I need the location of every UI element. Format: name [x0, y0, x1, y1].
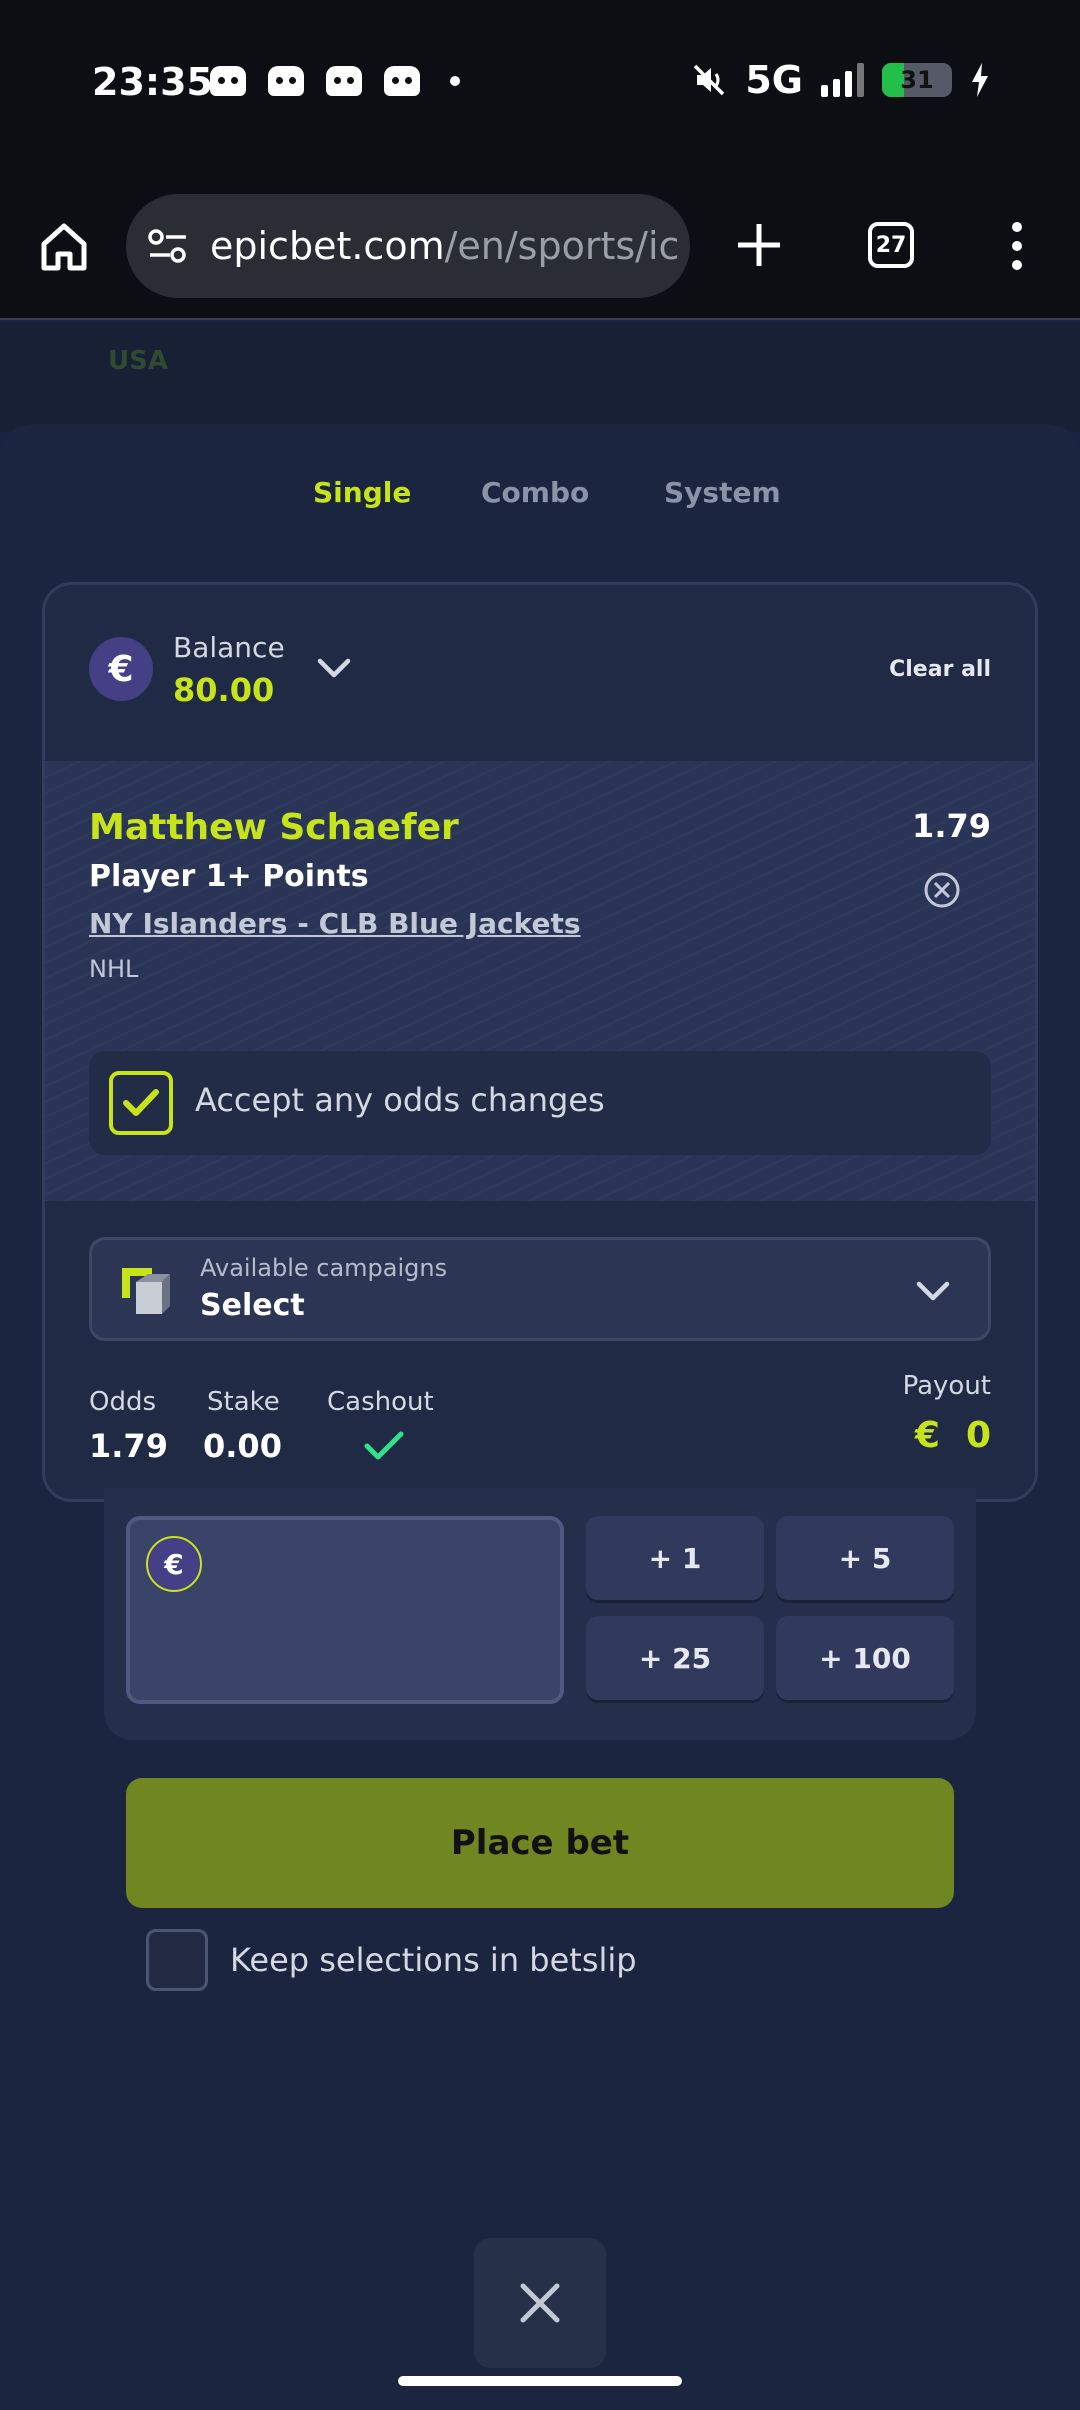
odds-label: Odds — [89, 1387, 157, 1417]
charging-icon — [972, 63, 988, 97]
url-domain: epicbet.com — [210, 224, 445, 268]
page-behind: USA — [0, 322, 1080, 432]
signal-icon — [821, 63, 864, 97]
tab-single[interactable]: Single — [313, 476, 411, 509]
discord-icon — [384, 66, 420, 96]
battery-icon: 31 — [882, 63, 952, 97]
discord-icon — [210, 66, 246, 96]
keep-selections-row[interactable]: Keep selections in betslip — [146, 1928, 637, 1992]
cashout-label: Cashout — [327, 1387, 434, 1417]
chevron-down-icon — [916, 1281, 950, 1301]
status-indicators: 5G 31 — [691, 58, 990, 102]
tabs-icon[interactable]: 27 — [868, 222, 914, 268]
balance-row: € Balance 80.00 Clear all — [45, 585, 1035, 761]
battery-level: 31 — [900, 66, 934, 94]
tab-combo[interactable]: Combo — [481, 476, 589, 509]
menu-icon[interactable] — [1010, 222, 1024, 270]
stake-label: Stake — [207, 1387, 280, 1417]
selection-odds: 1.79 — [912, 807, 991, 845]
clear-all-button[interactable]: Clear all — [889, 657, 991, 682]
payout-currency: € — [914, 1415, 940, 1456]
address-bar[interactable]: epicbet.com/en/sports/ic — [126, 194, 690, 298]
currency-icon: € — [146, 1536, 202, 1592]
league-label: NHL — [89, 955, 139, 983]
dot-icon — [450, 76, 460, 86]
stake-value: 0.00 — [203, 1427, 282, 1465]
bet-selection: Matthew Schaefer Player 1+ Points NY Isl… — [45, 761, 1035, 1201]
keep-selections-checkbox[interactable] — [146, 1929, 208, 1991]
browser-toolbar: epicbet.com/en/sports/ic 27 — [0, 170, 1080, 320]
status-bar: 23:35 5G 31 — [0, 0, 1080, 170]
new-tab-icon[interactable] — [734, 220, 784, 270]
discord-icon — [268, 66, 304, 96]
betslip-sheet: Single Combo System € Balance 80.00 Clea… — [0, 424, 1080, 2410]
site-settings-icon[interactable] — [146, 224, 190, 268]
status-time: 23:35 — [92, 60, 213, 104]
stake-panel: € + 1 + 5 + 25 + 100 — [104, 1488, 976, 1740]
close-button[interactable] — [474, 2238, 606, 2368]
checkmark-icon — [123, 1089, 159, 1116]
home-indicator[interactable] — [398, 2376, 682, 2386]
campaigns-label: Available campaigns — [200, 1254, 448, 1282]
bet-slip-card: € Balance 80.00 Clear all Matthew Schaef… — [42, 582, 1038, 1502]
betslip-tabs: Single Combo System — [272, 476, 808, 590]
quick-stake-5-button[interactable]: + 5 — [776, 1516, 954, 1600]
place-bet-button[interactable]: Place bet — [126, 1778, 954, 1908]
accept-odds-label: Accept any odds changes — [195, 1081, 605, 1119]
payout-amount: 0 — [965, 1415, 991, 1456]
accept-odds-row[interactable]: Accept any odds changes — [89, 1051, 991, 1155]
campaigns-value: Select — [200, 1288, 305, 1323]
accept-odds-checkbox[interactable] — [109, 1071, 173, 1135]
network-label: 5G — [745, 58, 803, 102]
balance-value: 80.00 — [173, 671, 275, 709]
currency-icon: € — [89, 637, 153, 701]
balance-label: Balance — [173, 631, 285, 664]
quick-stake-1-button[interactable]: + 1 — [586, 1516, 764, 1600]
url-text: epicbet.com/en/sports/ic — [210, 224, 679, 268]
tab-system[interactable]: System — [664, 476, 781, 509]
match-link[interactable]: NY Islanders - CLB Blue Jackets — [89, 907, 581, 940]
quick-stake-25-button[interactable]: + 25 — [586, 1616, 764, 1700]
notification-icons — [210, 66, 460, 96]
discord-icon — [326, 66, 362, 96]
payout-value: € 0 — [915, 1415, 991, 1456]
close-circle-icon[interactable] — [923, 871, 961, 909]
payout-label: Payout — [902, 1371, 991, 1401]
campaigns-select[interactable]: Available campaigns Select — [89, 1237, 991, 1341]
player-name: Matthew Schaefer — [89, 807, 459, 848]
check-icon — [364, 1431, 404, 1460]
region-label: USA — [108, 346, 168, 376]
keep-selections-label: Keep selections in betslip — [230, 1941, 637, 1979]
quick-stake-100-button[interactable]: + 100 — [776, 1616, 954, 1700]
stake-input[interactable]: € — [126, 1516, 564, 1704]
chevron-down-icon[interactable] — [315, 653, 353, 683]
bet-summary: Odds 1.79 Stake 0.00 Cashout Payout € 0 — [45, 1365, 1035, 1485]
url-path: /en/sports/ic — [444, 224, 680, 268]
market-name: Player 1+ Points — [89, 859, 369, 894]
home-icon[interactable] — [36, 218, 92, 274]
odds-value: 1.79 — [89, 1427, 168, 1465]
campaign-icon — [122, 1268, 170, 1314]
close-icon — [520, 2283, 560, 2323]
mute-icon — [691, 62, 727, 98]
